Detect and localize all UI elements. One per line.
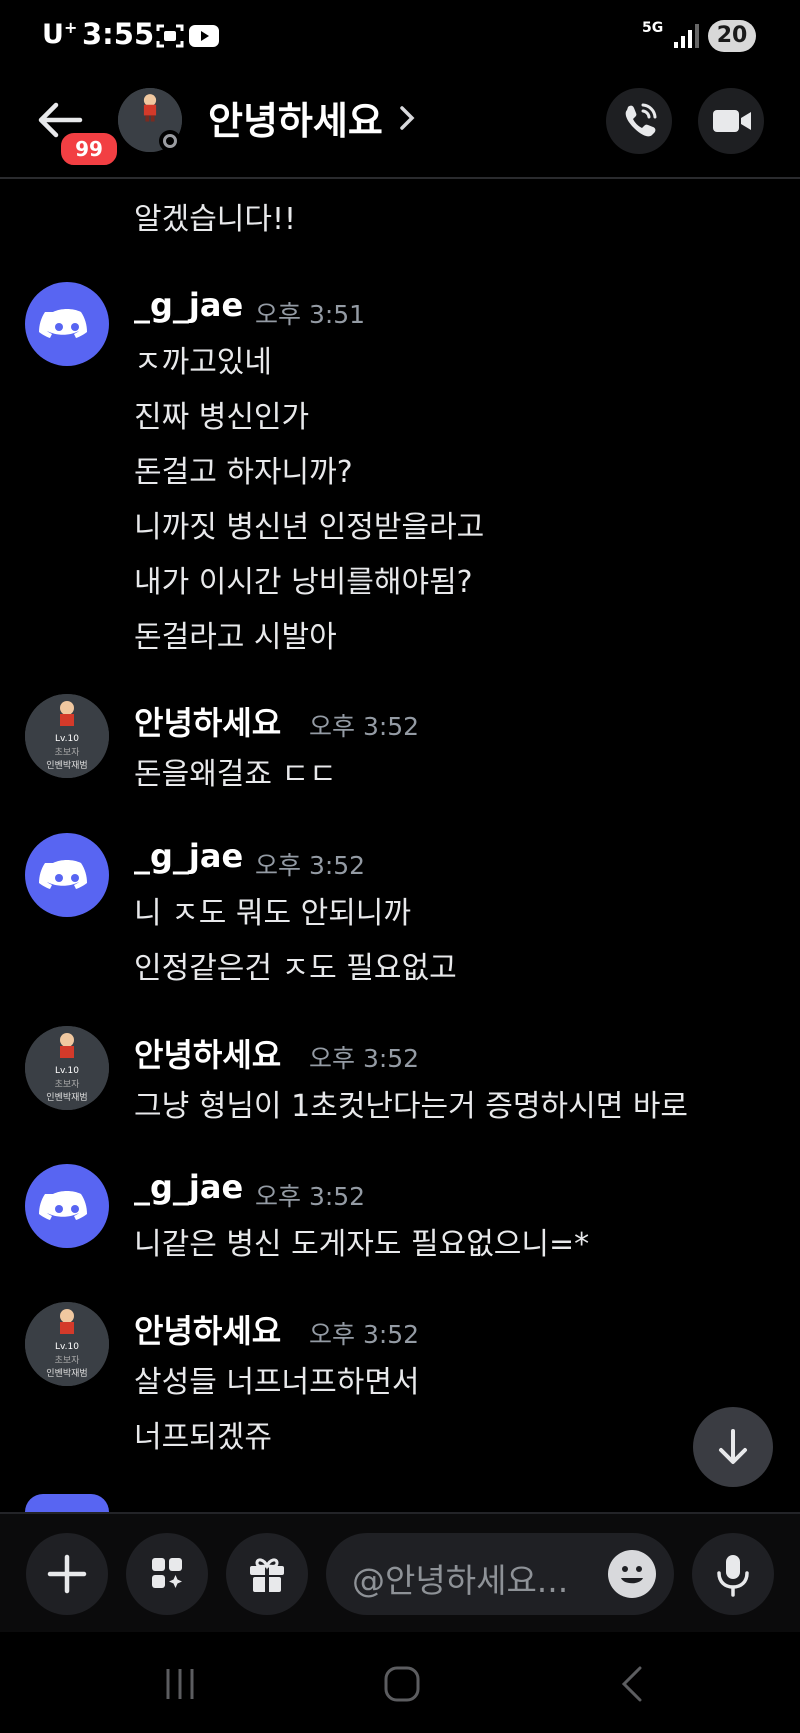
message-text[interactable]: 돈걸라고 시발아 (134, 612, 337, 656)
attach-button[interactable] (26, 1533, 108, 1615)
arrow-down-icon (719, 1429, 747, 1464)
phone-call-icon (625, 103, 657, 137)
video-call-button[interactable] (698, 88, 764, 154)
discord-logo-icon (39, 309, 87, 338)
avatar-name: 인벤박재범 (46, 1092, 87, 1103)
message-text[interactable]: 인정같은건 ㅈ도 필요없고 (134, 943, 457, 987)
microphone-icon (717, 1555, 749, 1597)
message-author[interactable]: 안녕하세요 (134, 1030, 281, 1076)
carrier-label: U+ (42, 18, 78, 50)
emoji-button[interactable] (608, 1550, 656, 1598)
user-avatar-partial (25, 1494, 109, 1512)
anime-character-icon: Lv.10 초보자 인벤박재범 (25, 1302, 109, 1386)
unread-badge: 99 (58, 130, 120, 168)
scroll-to-bottom-button[interactable] (693, 1407, 773, 1487)
user-avatar[interactable] (25, 1164, 109, 1248)
user-avatar[interactable]: Lv.10 초보자 인벤박재범 (25, 1302, 109, 1386)
channel-title[interactable]: 안녕하세요 (208, 90, 383, 145)
user-avatar[interactable]: Lv.10 초보자 인벤박재범 (25, 694, 109, 778)
emoji-icon (621, 1566, 643, 1584)
message-text[interactable]: 니같은 병신 도게자도 필요없으니=* (134, 1219, 589, 1263)
message-text[interactable]: 내가 이시간 낭비를해야됨? (134, 557, 473, 601)
message-author[interactable]: _g_jae (134, 1168, 243, 1206)
message-text[interactable]: 너프되겠쥬 (134, 1412, 272, 1456)
message-text[interactable]: 진짜 병신인가 (134, 392, 309, 436)
avatar-name: 인벤박재범 (46, 760, 87, 771)
avatar-level: Lv.10 (55, 1066, 79, 1076)
recent-apps-icon[interactable] (160, 1664, 200, 1704)
voice-message-button[interactable] (692, 1533, 774, 1615)
offline-status-icon (159, 130, 181, 152)
avatar-level: Lv.10 (55, 1342, 79, 1352)
message-text[interactable]: 돈을왜걸죠 ㄷㄷ (134, 749, 337, 793)
video-camera-icon (713, 110, 751, 132)
anime-character-icon: Lv.10 초보자 인벤박재범 (25, 694, 109, 778)
user-avatar[interactable]: Lv.10 초보자 인벤박재범 (25, 1026, 109, 1110)
message-author[interactable]: 안녕하세요 (134, 698, 281, 744)
status-time: 3:55 (82, 17, 155, 51)
message-author[interactable]: 안녕하세요 (134, 1306, 281, 1352)
gift-button[interactable] (226, 1533, 308, 1615)
avatar-rank: 초보자 (55, 747, 81, 758)
avatar-rank: 초보자 (55, 1079, 81, 1090)
apps-button[interactable] (126, 1533, 208, 1615)
anime-character-icon: Lv.10 초보자 인벤박재범 (25, 1026, 109, 1110)
avatar-level: Lv.10 (55, 734, 79, 744)
plus-icon (47, 1554, 87, 1594)
message-input-placeholder: @안녕하세요... (352, 1561, 569, 1600)
message-text[interactable]: 살성들 너프너프하면서 (134, 1357, 420, 1401)
voice-call-button[interactable] (606, 88, 672, 154)
user-avatar[interactable] (25, 282, 109, 366)
network-5g-label: 5G (642, 20, 664, 36)
message-timestamp: 오후 3:51 (255, 300, 366, 329)
gift-icon (250, 1558, 284, 1592)
home-icon[interactable] (382, 1664, 422, 1704)
message-timestamp: 오후 3:52 (309, 1044, 420, 1073)
apps-icon (152, 1558, 182, 1588)
user-avatar[interactable] (25, 833, 109, 917)
message-timestamp: 오후 3:52 (309, 712, 420, 741)
message-author[interactable]: _g_jae (134, 286, 243, 324)
signal-icon (674, 24, 699, 48)
youtube-icon (189, 25, 219, 47)
message-text[interactable]: 니 ㅈ도 뭐도 안되니까 (134, 888, 411, 932)
battery-level: 20 (716, 23, 748, 48)
screenshot-icon (156, 24, 184, 48)
message-text[interactable]: 돈걸고 하자니까? (134, 447, 353, 491)
message-text[interactable]: 알겠습니다!! (134, 194, 296, 238)
avatar-name: 인벤박재범 (46, 1368, 87, 1379)
message-text[interactable]: 니까짓 병신년 인정받을라고 (134, 502, 484, 546)
avatar-rank: 초보자 (55, 1355, 81, 1366)
chevron-right-icon[interactable] (398, 104, 416, 132)
discord-logo-icon (39, 1191, 87, 1220)
message-timestamp: 오후 3:52 (309, 1320, 420, 1349)
message-timestamp: 오후 3:52 (255, 851, 366, 880)
nav-back-icon[interactable] (612, 1664, 652, 1704)
message-author[interactable]: _g_jae (134, 837, 243, 875)
message-timestamp: 오후 3:52 (255, 1182, 366, 1211)
discord-logo-icon (39, 860, 87, 889)
message-text[interactable]: ㅈ까고있네 (134, 337, 272, 381)
message-text[interactable]: 그냥 형님이 1초컷난다는거 증명하시면 바로 (134, 1081, 688, 1125)
